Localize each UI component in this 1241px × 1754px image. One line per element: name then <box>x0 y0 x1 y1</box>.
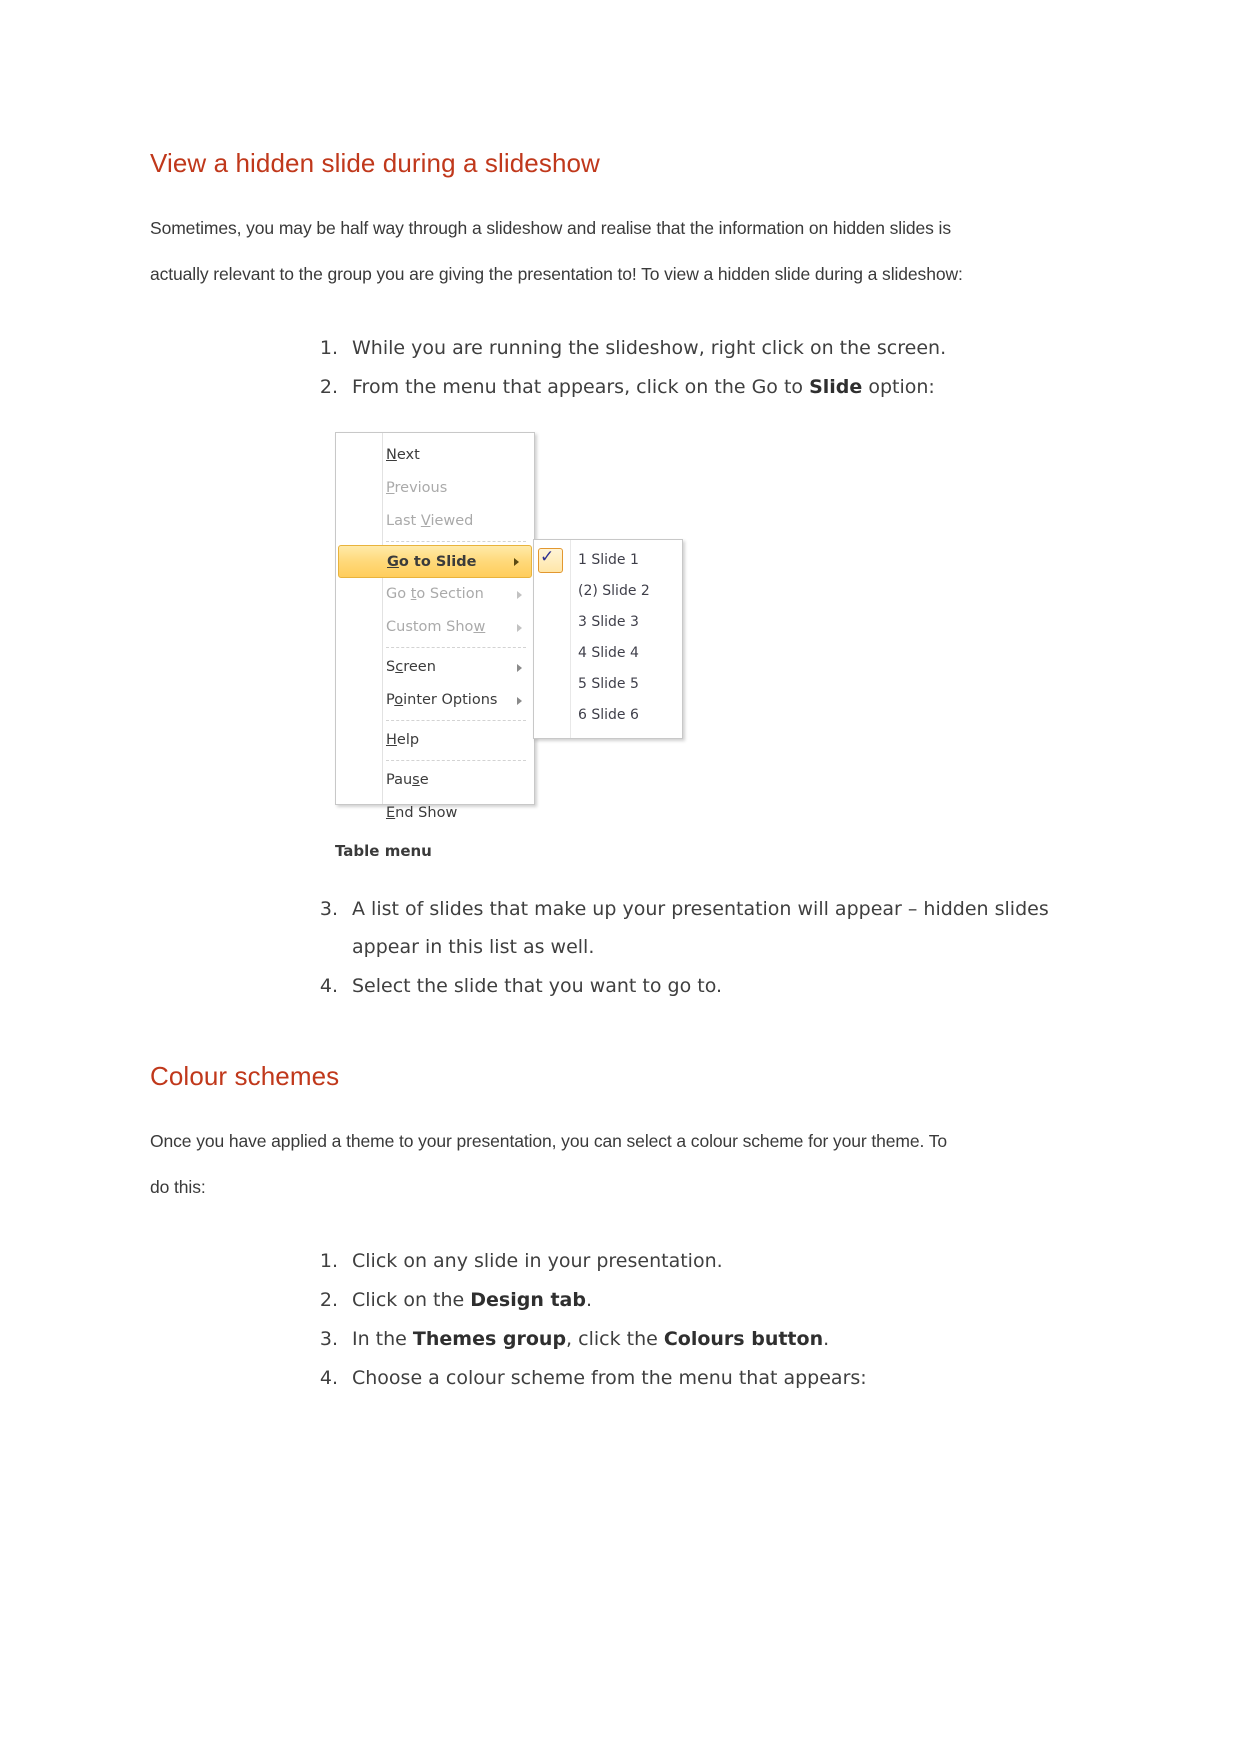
menu-item-last-viewed: Last Viewed <box>336 505 534 538</box>
submenu-item-slide-3[interactable]: 3 Slide 3 <box>534 607 682 638</box>
steps-list-before-figure: While you are running the slideshow, rig… <box>150 329 1090 406</box>
steps-list-after-figure: A list of slides that make up your prese… <box>150 890 1090 1005</box>
list-item: In the Themes group, click the Colours b… <box>310 1320 1090 1358</box>
step-text: Choose a colour scheme from the menu tha… <box>352 1367 867 1389</box>
step-text-mid: , click the <box>566 1328 664 1350</box>
check-icon: ✓ <box>540 547 555 567</box>
submenu-item-slide-5[interactable]: 5 Slide 5 <box>534 669 682 700</box>
list-item: A list of slides that make up your prese… <box>310 890 1090 966</box>
intro-paragraph-line-2: actually relevant to the group you are g… <box>150 264 963 284</box>
submenu-arrow-icon <box>514 557 519 566</box>
list-item: Choose a colour scheme from the menu tha… <box>310 1359 1090 1397</box>
menu-item-label: Pause <box>386 772 429 788</box>
step-text-bold: Slide <box>809 376 863 398</box>
submenu-item-slide-4[interactable]: 4 Slide 4 <box>534 638 682 669</box>
step-text-pre: Click on the <box>352 1289 471 1311</box>
step-text: Select the slide that you want to go to. <box>352 975 723 997</box>
submenu-item-label: 1 Slide 1 <box>578 552 639 568</box>
step-text-pre: From the menu that appears, click on the… <box>352 376 810 398</box>
figure-caption: Table menu <box>335 842 432 860</box>
menu-item-label: End Show <box>386 805 458 821</box>
powerpoint-context-menu-screenshot: Next Previous Last Viewed Go to Slide Go… <box>335 432 695 821</box>
menu-item-label: Previous <box>386 480 448 496</box>
menu-item-label: Next <box>386 447 420 463</box>
document-content: View a hidden slide during a slideshow S… <box>150 148 1090 1398</box>
submenu-item-slide-2[interactable]: (2) Slide 2 <box>534 576 682 607</box>
menu-item-label: Go to Section <box>386 586 484 602</box>
submenu-item-label: 6 Slide 6 <box>578 707 639 723</box>
list-item: From the menu that appears, click on the… <box>310 368 1090 406</box>
menu-separator <box>386 760 526 761</box>
step-text-bold: Design tab <box>470 1289 586 1311</box>
submenu-item-slide-6[interactable]: 6 Slide 6 <box>534 700 682 731</box>
step-text-post: option: <box>862 376 935 398</box>
menu-item-go-to-slide[interactable]: Go to Slide <box>338 545 532 578</box>
step-text: A list of slides that make up your prese… <box>352 898 1049 958</box>
menu-item-label: Go to Slide <box>387 554 477 570</box>
step-text: Click on any slide in your presentation. <box>352 1250 723 1272</box>
figure-context-menu: Next Previous Last Viewed Go to Slide Go… <box>150 432 1090 821</box>
page-title-view-hidden-slide: View a hidden slide during a slideshow <box>150 148 600 178</box>
menu-item-label: Help <box>386 732 420 748</box>
menu-item-pointer-options[interactable]: Pointer Options <box>336 684 534 717</box>
step-text-bold-2: Colours button <box>663 1328 824 1350</box>
step-text-post: . <box>823 1328 830 1350</box>
submenu-item-slide-1[interactable]: ✓ 1 Slide 1 <box>534 545 682 576</box>
menu-item-label: Last Viewed <box>386 513 474 529</box>
step-text-bold: Themes group <box>412 1328 567 1350</box>
menu-item-label: Custom Show <box>386 619 486 635</box>
submenu-arrow-icon <box>517 696 522 705</box>
step-text: While you are running the slideshow, rig… <box>352 337 947 359</box>
menu-item-screen[interactable]: Screen <box>336 651 534 684</box>
submenu-arrow-icon <box>517 590 522 599</box>
step-text-post: . <box>585 1289 593 1311</box>
submenu-arrow-icon <box>517 623 522 632</box>
menu-item-help[interactable]: Help <box>336 724 534 757</box>
menu-separator <box>386 541 526 542</box>
intro-paragraph-line-1: Sometimes, you may be half way through a… <box>150 218 951 238</box>
menu-item-end-show[interactable]: End Show <box>336 797 534 830</box>
submenu-item-label: 4 Slide 4 <box>578 645 639 661</box>
submenu-item-label: 3 Slide 3 <box>578 614 639 630</box>
list-item: While you are running the slideshow, rig… <box>310 329 1090 367</box>
list-item: Select the slide that you want to go to. <box>310 967 1090 1005</box>
list-item: Click on any slide in your presentation. <box>310 1242 1090 1280</box>
menu-item-previous: Previous <box>336 472 534 505</box>
submenu-item-label: 5 Slide 5 <box>578 676 639 692</box>
step-text-pre: In the <box>352 1328 413 1350</box>
document-page: View a hidden slide during a slideshow S… <box>0 0 1241 1754</box>
menu-item-next[interactable]: Next <box>336 439 534 472</box>
menu-item-label: Pointer Options <box>386 692 498 708</box>
menu-item-go-to-section: Go to Section <box>336 578 534 611</box>
menu-item-label: Screen <box>386 659 436 675</box>
list-item: Click on the Design tab. <box>310 1281 1090 1319</box>
menu-item-custom-show: Custom Show <box>336 611 534 644</box>
colour-schemes-paragraph-line-1: Once you have applied a theme to your pr… <box>150 1131 947 1151</box>
colour-schemes-paragraph-line-2: do this: <box>150 1177 206 1197</box>
submenu-item-label: (2) Slide 2 <box>578 583 650 599</box>
menu-item-pause[interactable]: Pause <box>336 764 534 797</box>
go-to-slide-submenu: ✓ 1 Slide 1 (2) Slide 2 3 Slide 3 4 Slid… <box>533 539 683 739</box>
menu-separator <box>386 720 526 721</box>
steps-list-colour-schemes: Click on any slide in your presentation.… <box>150 1242 1090 1397</box>
menu-separator <box>386 647 526 648</box>
page-title-colour-schemes: Colour schemes <box>150 1061 340 1091</box>
context-menu-items: Next Previous Last Viewed Go to Slide Go… <box>336 433 534 830</box>
submenu-arrow-icon <box>517 663 522 672</box>
context-menu-panel: Next Previous Last Viewed Go to Slide Go… <box>335 432 535 821</box>
